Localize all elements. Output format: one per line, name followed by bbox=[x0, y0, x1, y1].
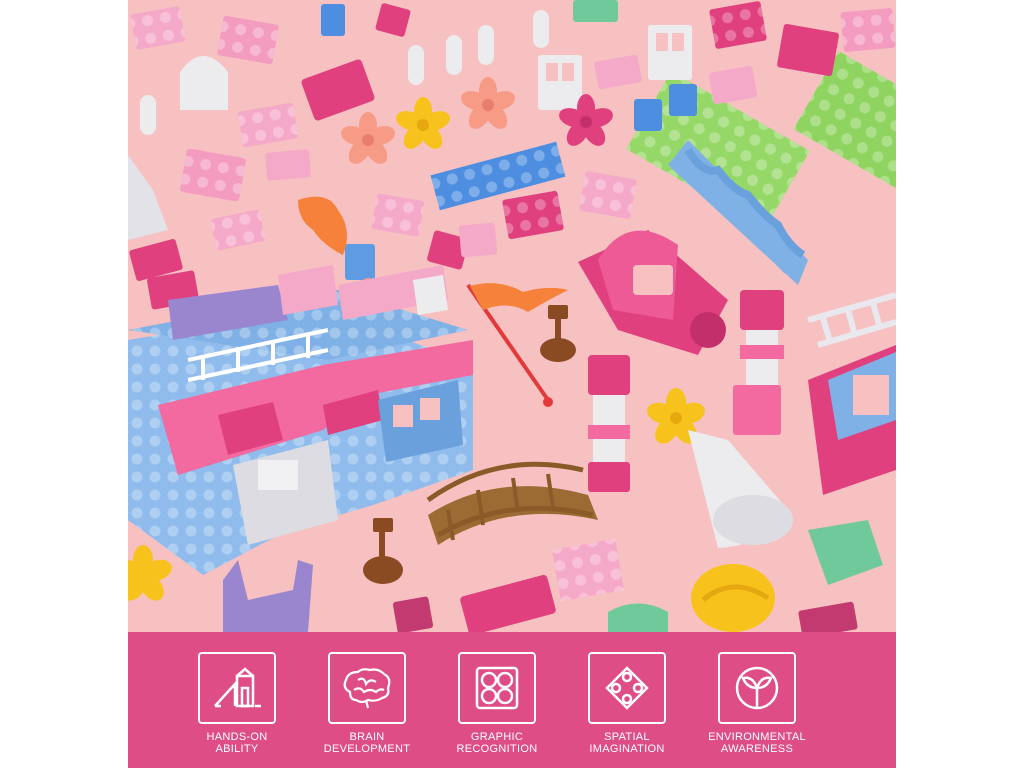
brick bbox=[840, 7, 896, 53]
white-window bbox=[538, 55, 582, 110]
feature-icon-frame bbox=[458, 652, 536, 724]
brick bbox=[458, 222, 498, 258]
diamond-circles-icon bbox=[605, 666, 649, 710]
white-cylinder bbox=[446, 35, 462, 75]
pink-pillar bbox=[588, 355, 630, 492]
feature-environmental-awareness: ENVIRONMENTAL AWARENESS bbox=[692, 652, 822, 755]
brick bbox=[345, 244, 375, 280]
brick bbox=[265, 149, 311, 181]
green-plant bbox=[608, 603, 668, 632]
feature-label: BRAIN DEVELOPMENT bbox=[323, 731, 411, 755]
feature-hands-on-ability: HANDS-ON ABILITY bbox=[172, 652, 302, 755]
yellow-shell bbox=[691, 564, 775, 632]
feature-icon-frame bbox=[198, 652, 276, 724]
four-circles-icon bbox=[475, 666, 519, 710]
product-image: HANDS-ON ABILITY BRAIN DEVELOPMENT GRAPH… bbox=[128, 0, 896, 768]
brick bbox=[321, 4, 345, 36]
feature-icon-frame bbox=[328, 652, 406, 724]
sprout-icon bbox=[735, 666, 779, 710]
feature-spatial-imagination: SPATIAL IMAGINATION bbox=[562, 652, 692, 755]
feature-label: SPATIAL IMAGINATION bbox=[589, 731, 665, 755]
white-cylinder bbox=[533, 10, 549, 48]
feature-label: HANDS-ON ABILITY bbox=[206, 731, 268, 755]
toy-blocks-photo bbox=[128, 0, 896, 632]
feature-label: ENVIRONMENTAL AWARENESS bbox=[708, 731, 806, 755]
feature-graphic-recognition: GRAPHIC RECOGNITION bbox=[432, 652, 562, 755]
white-arch bbox=[180, 56, 228, 110]
feature-icon-frame bbox=[718, 652, 796, 724]
feature-banner: HANDS-ON ABILITY BRAIN DEVELOPMENT GRAPH… bbox=[128, 632, 896, 768]
feature-label: GRAPHIC RECOGNITION bbox=[456, 731, 538, 755]
feature-icon-frame bbox=[588, 652, 666, 724]
brain-icon bbox=[343, 668, 391, 709]
white-window bbox=[648, 25, 692, 80]
playground-slide-icon bbox=[214, 667, 261, 708]
white-cylinder bbox=[140, 95, 156, 135]
white-cylinder bbox=[408, 45, 424, 85]
brick bbox=[669, 84, 697, 116]
brick bbox=[634, 99, 662, 131]
brick bbox=[551, 538, 625, 602]
green-brick bbox=[573, 0, 618, 22]
brick bbox=[392, 596, 434, 632]
white-cylinder bbox=[478, 25, 494, 65]
feature-brain-development: BRAIN DEVELOPMENT bbox=[302, 652, 432, 755]
